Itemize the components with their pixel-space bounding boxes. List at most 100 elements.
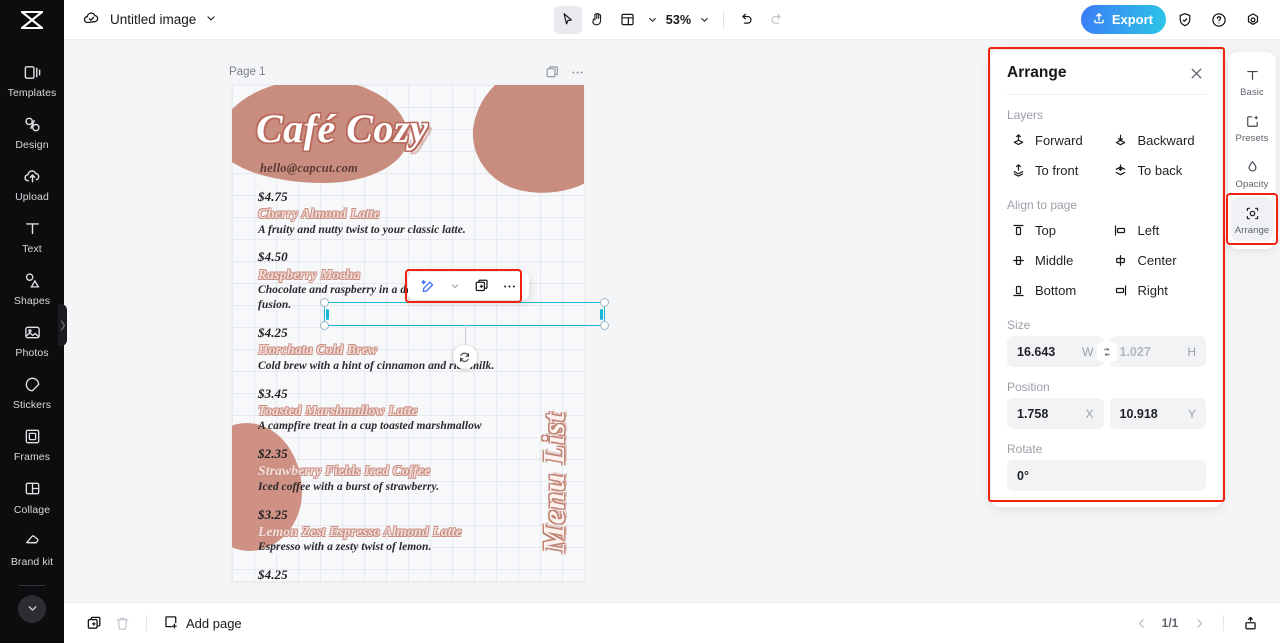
layout-tool-button[interactable]: [614, 6, 642, 34]
duplicate-icon[interactable]: [470, 274, 494, 298]
upload-cloud-icon: [21, 165, 43, 187]
fit-screen-button[interactable]: [1236, 609, 1264, 637]
action-label: Top: [1035, 222, 1056, 238]
align-left-button[interactable]: Left: [1110, 215, 1207, 245]
align-top-button[interactable]: Top: [1007, 215, 1104, 245]
arrange-panel: Arrange Layers Forward Backward To front…: [991, 50, 1222, 507]
height-field[interactable]: H: [1109, 336, 1206, 367]
to-back-icon: [1113, 162, 1129, 178]
x-input[interactable]: [1017, 406, 1082, 421]
duplicate-page-button[interactable]: [80, 609, 108, 637]
sidebar-item-text[interactable]: Text: [1, 210, 63, 261]
design-page[interactable]: Café Cozy hello@capcut.com $4.75 Cherry …: [232, 85, 584, 581]
sidebar-item-templates[interactable]: Templates: [1, 54, 63, 105]
help-icon[interactable]: [1204, 5, 1234, 35]
sidebar-item-stickers[interactable]: Stickers: [1, 366, 63, 417]
to-front-button[interactable]: To front: [1007, 155, 1104, 185]
brand-kit-icon: [21, 530, 43, 552]
right-rail-item-basic[interactable]: Basic: [1231, 59, 1273, 103]
y-field[interactable]: Y: [1109, 398, 1206, 429]
resize-handle-top-left[interactable]: [320, 298, 329, 307]
shield-icon[interactable]: [1170, 5, 1200, 35]
sidebar-item-shapes[interactable]: Shapes: [1, 262, 63, 313]
sidebar-item-label: Shapes: [13, 295, 51, 308]
to-back-button[interactable]: To back: [1110, 155, 1207, 185]
resize-handle-right[interactable]: [600, 308, 603, 320]
forward-button[interactable]: Forward: [1007, 125, 1104, 155]
design-vertical-label[interactable]: Menu List: [536, 412, 572, 553]
size-fields: W H: [1007, 336, 1206, 367]
sidebar-item-photos[interactable]: Photos: [1, 314, 63, 365]
rotate-field[interactable]: [1007, 460, 1206, 491]
page-duplicate-icon[interactable]: [545, 65, 560, 80]
select-tool-button[interactable]: [553, 5, 582, 34]
action-label: Backward: [1137, 132, 1195, 148]
capcut-logo[interactable]: [0, 0, 64, 40]
page-navigation: 1/1: [1129, 609, 1264, 637]
delete-page-button[interactable]: [108, 609, 136, 637]
layout-chevron-icon[interactable]: [644, 7, 662, 33]
menu-item[interactable]: $3.45 Toasted Marshmallow Latte A campfi…: [258, 386, 508, 435]
more-options-icon[interactable]: [497, 274, 521, 298]
hand-tool-button[interactable]: [584, 6, 612, 34]
text-basic-icon: [1242, 65, 1262, 85]
design-title[interactable]: Café Cozy: [256, 109, 516, 149]
align-middle-button[interactable]: Middle: [1007, 245, 1104, 275]
x-field[interactable]: X: [1007, 398, 1104, 429]
bottom-bar: Add page 1/1: [64, 602, 1280, 643]
add-page-button[interactable]: Add page: [157, 610, 248, 637]
sidebar-expand-button[interactable]: [18, 594, 46, 623]
export-button[interactable]: Export: [1080, 5, 1166, 34]
page-more-options-icon[interactable]: [570, 65, 585, 80]
right-rail-item-presets[interactable]: Presets: [1231, 105, 1273, 149]
sidebar-item-frames[interactable]: Frames: [1, 418, 63, 469]
settings-icon[interactable]: [1238, 5, 1268, 35]
close-icon[interactable]: [1186, 63, 1206, 83]
align-section-label: Align to page: [1007, 198, 1078, 212]
document-title-group[interactable]: Untitled image: [82, 9, 217, 31]
menu-item[interactable]: $4.25 Jasmine Green Tea Latte Floral not…: [258, 567, 508, 581]
sidebar-item-collage[interactable]: Collage: [1, 471, 63, 522]
selection-box[interactable]: [320, 298, 609, 369]
link-ratio-icon[interactable]: [1098, 343, 1115, 360]
chevron-down-icon[interactable]: [205, 12, 217, 27]
panel-collapse-handle[interactable]: [58, 304, 67, 346]
presets-icon: [1242, 111, 1262, 131]
prev-page-button[interactable]: [1129, 611, 1153, 635]
align-bottom-button[interactable]: Bottom: [1007, 275, 1104, 305]
action-label: Right: [1137, 282, 1168, 298]
rotate-input[interactable]: [1017, 468, 1196, 483]
y-input[interactable]: [1119, 406, 1184, 421]
height-input[interactable]: [1119, 344, 1184, 359]
arrow-down-layer-icon: [1113, 132, 1129, 148]
sidebar-item-brand-kit[interactable]: Brand kit: [1, 523, 63, 574]
align-center-button[interactable]: Center: [1110, 245, 1207, 275]
width-field[interactable]: W: [1007, 336, 1104, 367]
design-email[interactable]: hello@capcut.com: [260, 161, 358, 176]
sidebar-item-upload[interactable]: Upload: [1, 158, 63, 209]
chevron-down-icon[interactable]: [443, 274, 467, 298]
right-rail-item-arrange[interactable]: Arrange: [1231, 197, 1273, 241]
menu-item[interactable]: $3.25 Lemon Zest Espresso Almond Latte E…: [258, 507, 508, 556]
undo-button[interactable]: [733, 6, 761, 34]
align-middle-icon: [1010, 252, 1026, 268]
zoom-chevron-icon[interactable]: [696, 7, 714, 33]
align-right-button[interactable]: Right: [1110, 275, 1207, 305]
right-rail-item-opacity[interactable]: Opacity: [1231, 151, 1273, 195]
resize-handle-top-right[interactable]: [600, 298, 609, 307]
menu-item[interactable]: $2.35 Strawberry Fields Iced Coffee Iced…: [258, 446, 508, 495]
action-label: Forward: [1035, 132, 1083, 148]
resize-handle-left[interactable]: [326, 308, 329, 320]
width-input[interactable]: [1017, 344, 1079, 359]
menu-item[interactable]: $4.75 Cherry Almond Latte A fruity and n…: [258, 189, 508, 238]
zoom-level[interactable]: 53%: [664, 13, 694, 27]
rotate-icon[interactable]: [452, 345, 477, 369]
resize-handle-bottom-left[interactable]: [320, 321, 329, 330]
next-page-button[interactable]: [1187, 611, 1211, 635]
redo-button[interactable]: [763, 6, 791, 34]
menu-item-desc: A campfire treat in a cup toasted marshm…: [258, 420, 482, 433]
backward-button[interactable]: Backward: [1110, 125, 1207, 155]
sidebar-item-design[interactable]: Design: [1, 106, 63, 157]
magic-edit-icon[interactable]: [416, 274, 440, 298]
resize-handle-bottom-right[interactable]: [600, 321, 609, 330]
